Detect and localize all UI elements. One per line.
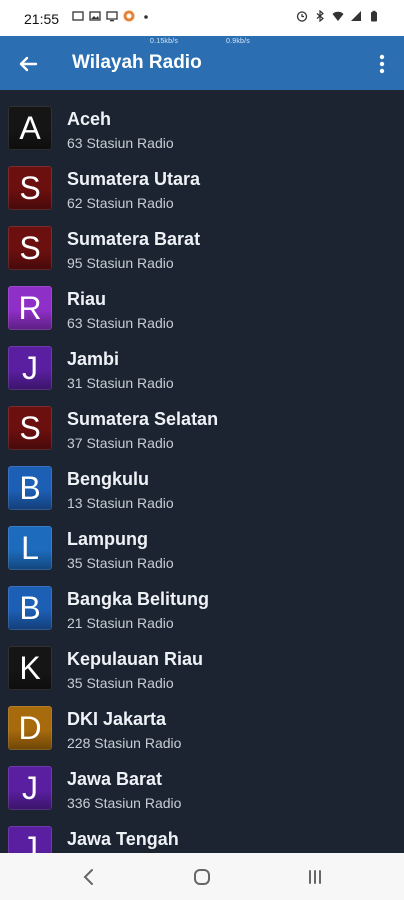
station-count: 35 Stasiun Radio [67, 555, 174, 571]
app-bar: 0.15kb/s 0.9kb/s Wilayah Radio [0, 36, 404, 90]
station-count: 336 Stasiun Radio [67, 795, 182, 811]
region-letter-avatar: K [8, 646, 52, 690]
station-count: 37 Stasiun Radio [67, 435, 174, 451]
region-name: Jawa Tengah [67, 829, 179, 849]
region-name: Sumatera Barat [67, 229, 201, 249]
region-letter-avatar: A [8, 106, 52, 150]
nav-recents-button[interactable] [300, 865, 330, 889]
region-list-item[interactable]: J Jambi 31 Stasiun Radio [0, 340, 404, 400]
station-count: 95 Stasiun Radio [67, 255, 174, 271]
navigation-bar [0, 853, 404, 900]
status-time: 21:55 [24, 11, 60, 27]
region-list-item[interactable]: S Sumatera Barat 95 Stasiun Radio [0, 220, 404, 280]
download-speed: 0.9kb/s [226, 38, 250, 45]
cast-icon [106, 11, 118, 22]
back-button[interactable] [14, 50, 42, 78]
image-icon [72, 11, 84, 21]
more-vert-icon [379, 54, 385, 74]
station-count: 63 Stasiun Radio [67, 135, 174, 151]
station-count: 13 Stasiun Radio [67, 495, 174, 511]
region-letter-avatar: D [8, 706, 52, 750]
region-name: Jawa Barat [67, 769, 163, 789]
region-list-item[interactable]: B Bengkulu 13 Stasiun Radio [0, 460, 404, 520]
station-count: 228 Stasiun Radio [67, 735, 182, 751]
region-list-item[interactable]: L Lampung 35 Stasiun Radio [0, 520, 404, 580]
region-letter-avatar: J [8, 346, 52, 390]
station-count: 63 Stasiun Radio [67, 315, 174, 331]
region-letter-avatar: S [8, 166, 52, 210]
app-badge-icon [123, 10, 135, 22]
region-list-item[interactable]: S Sumatera Utara 62 Stasiun Radio [0, 160, 404, 220]
battery-icon [371, 10, 377, 22]
bluetooth-icon [316, 10, 324, 22]
region-name: Aceh [67, 109, 112, 129]
region-name: Jambi [67, 349, 120, 369]
status-left-icons [72, 10, 152, 22]
region-name: Riau [67, 289, 107, 309]
gallery-icon [89, 11, 101, 21]
station-count: 31 Stasiun Radio [67, 375, 174, 391]
arrow-left-icon [19, 56, 38, 72]
region-name: Lampung [67, 529, 148, 549]
status-right-icons [296, 10, 380, 22]
region-list-item[interactable]: S Sumatera Selatan 37 Stasiun Radio [0, 400, 404, 460]
nav-home-icon [194, 869, 210, 885]
station-count: 35 Stasiun Radio [67, 675, 174, 691]
more-options-button[interactable] [370, 50, 394, 78]
alarm-icon [296, 11, 308, 22]
region-name: DKI Jakarta [67, 709, 167, 729]
nav-home-button[interactable] [187, 865, 217, 889]
region-letter-avatar: B [8, 466, 52, 510]
region-letter-avatar: B [8, 586, 52, 630]
region-name: Kepulauan Riau [67, 649, 204, 669]
region-name: Bangka Belitung [67, 589, 210, 609]
signal-icon [351, 11, 361, 21]
region-letter-avatar: S [8, 226, 52, 270]
nav-recents-icon [309, 870, 321, 884]
region-name: Bengkulu [67, 469, 150, 489]
region-letter-avatar: L [8, 526, 52, 570]
region-list-item[interactable]: D DKI Jakarta 228 Stasiun Radio [0, 700, 404, 760]
upload-speed: 0.15kb/s [150, 38, 179, 45]
region-letter-avatar: S [8, 406, 52, 450]
region-list-item[interactable]: A Aceh 63 Stasiun Radio [0, 100, 404, 160]
region-list-item[interactable]: J Jawa Barat 336 Stasiun Radio [0, 760, 404, 820]
region-letter-avatar: J [8, 826, 52, 853]
region-list[interactable]: A Aceh 63 Stasiun Radio S Sumatera Utara 62 S… [0, 90, 404, 853]
region-name: Sumatera Selatan [67, 409, 219, 429]
region-list-item[interactable]: R Riau 63 Stasiun Radio [0, 280, 404, 340]
region-name: Sumatera Utara [67, 169, 201, 189]
station-count: 62 Stasiun Radio [67, 195, 174, 211]
page-title: Wilayah Radio [72, 52, 202, 73]
region-letter-avatar: R [8, 286, 52, 330]
region-list-item[interactable]: B Bangka Belitung 21 Stasiun Radio [0, 580, 404, 640]
status-bar: 21:55 [0, 0, 404, 36]
nav-back-button[interactable] [74, 865, 104, 889]
dot-icon [144, 15, 148, 19]
station-count: 21 Stasiun Radio [67, 615, 174, 631]
nav-back-icon [83, 869, 93, 885]
region-list-item[interactable]: K Kepulauan Riau 35 Stasiun Radio [0, 640, 404, 700]
wifi-icon [332, 11, 344, 21]
region-list-item[interactable]: J Jawa Tengah [0, 820, 404, 853]
region-letter-avatar: J [8, 766, 52, 810]
